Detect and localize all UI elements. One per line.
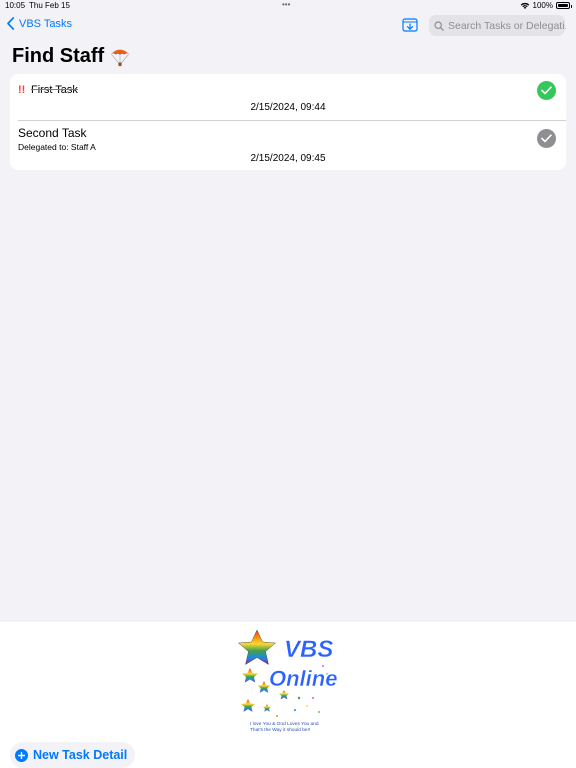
navigation-bar: VBS Tasks: [0, 12, 576, 40]
parachute-icon: [111, 49, 130, 66]
back-button[interactable]: VBS Tasks: [6, 17, 72, 30]
battery-percent: 100%: [532, 1, 553, 10]
task-date: 2/15/2024, 09:44: [250, 102, 326, 113]
checkmark-icon: [541, 134, 552, 143]
tray-arrow-down-icon[interactable]: [402, 18, 418, 32]
status-bar: 10:05 Thu Feb 15 ••• 100%: [0, 0, 576, 12]
back-button-label: VBS Tasks: [19, 17, 72, 30]
page-title-text: Find Staff: [12, 45, 105, 67]
task-delegation: Delegated to: Staff A: [18, 142, 96, 152]
logo-line2: Online: [269, 666, 337, 691]
checkmark-icon: [541, 86, 552, 95]
search-icon: [434, 20, 444, 31]
status-date: Thu Feb 15: [29, 1, 70, 10]
new-task-button[interactable]: New Task Detail: [10, 742, 136, 768]
bottom-toolbar: VBS Online I love You & God Loves You an…: [0, 622, 576, 768]
list-item[interactable]: !! First Task 2/15/2024, 09:44: [18, 74, 566, 121]
task-name: Second Task: [18, 126, 87, 140]
list-item[interactable]: Second Task Delegated to: Staff A 2/15/2…: [10, 121, 566, 170]
battery-icon: [556, 2, 572, 9]
logo-tagline: I love You & God Loves You and That's th…: [250, 722, 319, 733]
wifi-icon: [520, 2, 529, 9]
logo-line1: VBS: [284, 636, 333, 663]
status-time: 10:05: [5, 1, 26, 10]
search-input[interactable]: [448, 19, 566, 32]
completed-checkmark-button[interactable]: [537, 81, 556, 100]
task-list: !! First Task 2/15/2024, 09:44 Second Ta…: [10, 74, 566, 170]
search-field[interactable]: [429, 15, 566, 36]
page-title: Find Staff: [12, 45, 131, 68]
new-task-label: New Task Detail: [33, 748, 128, 762]
task-name: First Task: [31, 84, 78, 96]
multitasking-dots[interactable]: •••: [282, 0, 290, 9]
plus-circle-icon: [15, 748, 28, 762]
task-date: 2/15/2024, 09:45: [250, 153, 326, 164]
pending-checkmark-button[interactable]: [537, 129, 556, 148]
priority-indicator: !!: [18, 84, 26, 96]
chevron-left-icon: [7, 17, 15, 30]
status-indicators: 100%: [520, 1, 572, 10]
battery-level: [558, 4, 568, 7]
